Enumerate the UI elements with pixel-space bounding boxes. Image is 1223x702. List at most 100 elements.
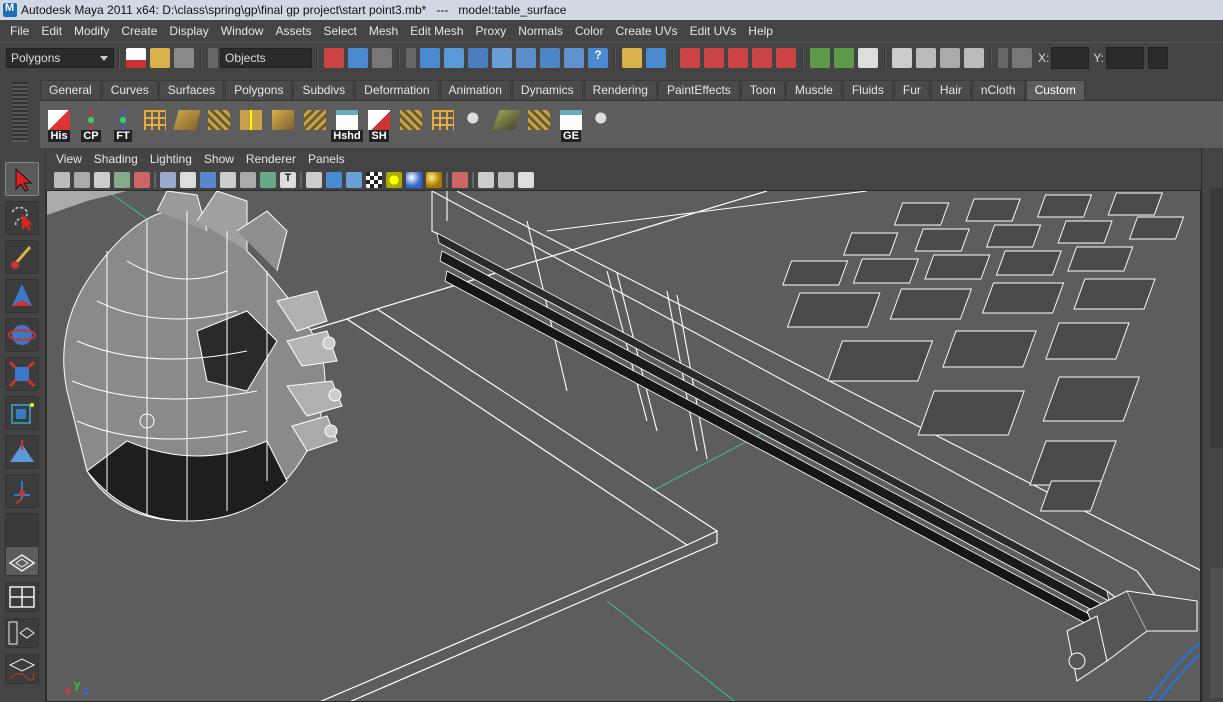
menu-color[interactable]: Color [569,24,610,38]
shelf-button-script-editor[interactable]: SH [364,108,394,142]
wireframe-on-shaded-icon[interactable] [346,172,362,188]
select-camera-icon[interactable] [54,172,70,188]
open-scene-icon[interactable] [150,47,170,68]
snap-to-grid-icon[interactable] [680,47,700,68]
menu-window[interactable]: Window [215,24,270,38]
tab-subdivs[interactable]: Subdivs [293,80,355,100]
select-by-object-type-icon[interactable] [348,47,368,68]
select-tool[interactable] [5,162,39,196]
menu-edit[interactable]: Edit [35,24,68,38]
rotate-tool[interactable] [5,318,39,352]
shelf-button-tool-8[interactable] [268,108,298,142]
universal-manipulator-tool[interactable] [5,396,39,430]
shelf-button-tool-15[interactable] [492,108,522,142]
shelf-button-freeze-transform[interactable]: FT [108,108,138,142]
snap-to-view-plane-icon[interactable] [752,47,772,68]
menu-select[interactable]: Select [317,24,362,38]
history-toggle-icon[interactable] [858,47,878,68]
menu-file[interactable]: File [4,24,35,38]
shelf-button-tool-5[interactable] [172,108,202,142]
perspective-viewport[interactable]: x y z [46,190,1201,702]
select-by-component-icon[interactable] [372,47,392,68]
image-plane-icon[interactable] [114,172,130,188]
menu-edit-mesh[interactable]: Edit Mesh [404,24,469,38]
tab-animation[interactable]: Animation [439,80,511,100]
selection-mode-field[interactable]: Objects [220,47,312,68]
last-used-tool[interactable] [5,513,39,547]
tab-fluids[interactable]: Fluids [842,80,893,100]
safe-title-icon[interactable]: T [280,172,296,188]
menuset-dropdown[interactable]: Polygons [6,47,114,68]
menu-create-uvs[interactable]: Create UVs [610,24,684,38]
tab-curves[interactable]: Curves [101,80,158,100]
tab-rendering[interactable]: Rendering [583,80,657,100]
layer-editor-panel[interactable] [1210,568,1223,698]
layout-perspective-outliner[interactable] [5,618,39,648]
panel-menu-shading[interactable]: Shading [88,152,144,166]
panel-menu-view[interactable]: View [50,152,88,166]
shelf-grip-icon[interactable] [12,82,28,142]
menu-modify[interactable]: Modify [68,24,115,38]
tab-surfaces[interactable]: Surfaces [158,80,225,100]
menu-edit-uvs[interactable]: Edit UVs [684,24,743,38]
z-field[interactable] [1148,46,1169,69]
gate-mask-icon[interactable] [220,172,236,188]
tab-painteffects[interactable]: PaintEffects [657,80,740,100]
xray-joints-icon[interactable] [518,172,534,188]
isolate-select-icon[interactable] [478,172,494,188]
paint-selection-tool[interactable] [5,240,39,274]
tab-ncloth[interactable]: nCloth [971,80,1025,100]
scale-tool[interactable] [5,357,39,391]
ipr-render-icon[interactable] [940,47,960,68]
panel-menu-show[interactable]: Show [198,152,240,166]
xray-active-components-icon[interactable] [498,172,514,188]
grid-toggle-icon[interactable] [160,172,176,188]
render-current-frame-icon[interactable] [916,47,936,68]
save-scene-icon[interactable] [174,47,194,68]
panel-menu-panels[interactable]: Panels [302,152,351,166]
menu-normals[interactable]: Normals [512,24,569,38]
shelf-button-tool-6[interactable] [204,108,234,142]
tab-toon[interactable]: Toon [740,80,785,100]
shelf-button-tool-4[interactable] [140,108,170,142]
shelf-button-tool-13[interactable] [428,108,458,142]
shelf-button-tool-7[interactable] [236,108,266,142]
film-gate-icon[interactable] [180,172,196,188]
select-handles-icon[interactable] [420,47,440,68]
bookmarks-icon[interactable] [94,172,110,188]
shelf-button-center-pivot[interactable]: CP [76,108,106,142]
menu-create[interactable]: Create [115,24,163,38]
menu-mesh[interactable]: Mesh [363,24,404,38]
panel-menu-lighting[interactable]: Lighting [144,152,198,166]
layout-persp-graph[interactable] [5,654,39,684]
shelf-button-graph-editor[interactable]: GE [556,108,586,142]
tab-general[interactable]: General [40,80,101,100]
input-output-icon[interactable] [810,47,830,68]
tab-dynamics[interactable]: Dynamics [511,80,583,100]
select-dynamics-icon[interactable] [540,47,560,68]
snap-to-curve-icon[interactable] [704,47,724,68]
tab-fur[interactable]: Fur [893,80,930,100]
select-deformations-icon[interactable] [516,47,536,68]
render-settings-icon[interactable] [964,47,984,68]
menu-display[interactable]: Display [163,24,214,38]
x-field[interactable] [1051,46,1090,69]
xray-icon[interactable] [452,172,468,188]
shadows-icon[interactable] [406,172,422,188]
shelf-button-tool-12[interactable] [396,108,426,142]
layout-single-perspective[interactable] [5,546,39,576]
shelf-button-tool-16[interactable] [524,108,554,142]
move-tool[interactable] [5,279,39,313]
lock-selection-icon[interactable] [622,47,642,68]
high-quality-icon[interactable] [426,172,442,188]
tab-polygons[interactable]: Polygons [225,80,293,100]
wireframe-icon[interactable] [306,172,322,188]
input-box-toggle-icon[interactable] [998,47,1008,68]
select-rendering-icon[interactable] [564,47,584,68]
construction-history-icon[interactable] [834,47,854,68]
select-joints-icon[interactable] [444,47,464,68]
highlight-selection-icon[interactable] [646,47,666,68]
tab-custom[interactable]: Custom [1025,80,1085,100]
show-manipulator-tool[interactable] [5,474,39,508]
filter-toggle-icon[interactable] [406,47,416,68]
